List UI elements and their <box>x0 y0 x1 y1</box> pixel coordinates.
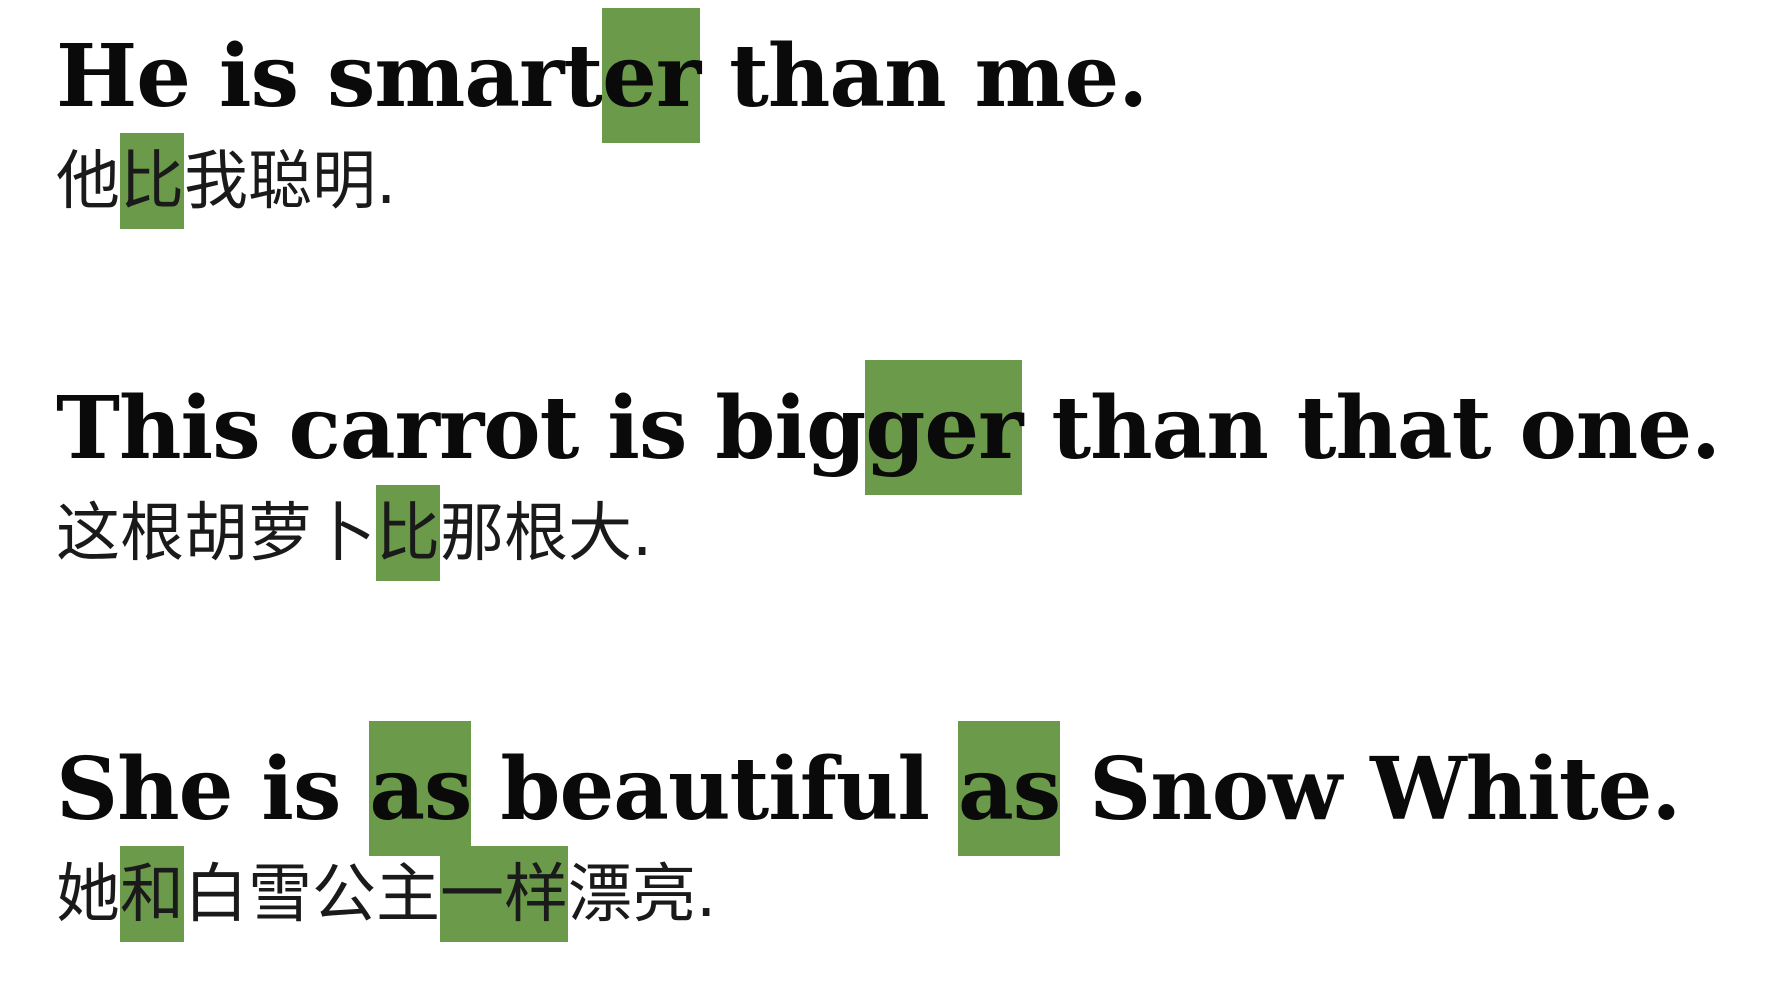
english-text: This carrot is big <box>56 378 866 479</box>
chinese-text: 他 <box>56 145 120 219</box>
english-text: beautiful <box>471 739 959 840</box>
chinese-text: 我聪明. <box>184 145 397 219</box>
english-text: She is <box>56 739 370 840</box>
english-sentence-3: She is as beautiful as Snow White. <box>56 721 1681 856</box>
chinese-text: 白雪公主 <box>184 858 440 932</box>
comparison-word-highlight: 比 <box>376 485 440 581</box>
as-word-highlight: as <box>958 721 1061 856</box>
chinese-sentence-2: 这根胡萝卜比那根大. <box>56 485 1720 581</box>
chinese-sentence-3: 她和白雪公主一样漂亮. <box>56 846 1680 942</box>
comparison-word-highlight: 一样 <box>440 846 568 942</box>
english-text: than that one. <box>1022 378 1721 479</box>
chinese-text: 这根胡萝卜 <box>56 497 376 571</box>
chinese-text: 那根大. <box>440 497 653 571</box>
comparative-suffix-highlight: er <box>602 8 701 143</box>
sentence-pair-1: He is smarter than me. 他比我聪明. <box>56 8 1148 229</box>
chinese-text: 她 <box>56 858 120 932</box>
english-sentence-1: He is smarter than me. <box>56 8 1148 143</box>
english-sentence-2: This carrot is bigger than that one. <box>56 360 1721 495</box>
chinese-text: 漂亮. <box>568 858 717 932</box>
comparative-suffix-highlight: ger <box>865 360 1023 495</box>
sentence-pair-2: This carrot is bigger than that one. 这根胡… <box>56 360 1721 581</box>
chinese-sentence-1: 他比我聪明. <box>56 133 1147 229</box>
as-word-highlight: as <box>369 721 472 856</box>
comparison-word-highlight: 比 <box>120 133 184 229</box>
lesson-slide: He is smarter than me. 他比我聪明. This carro… <box>0 0 1765 997</box>
english-text: Snow White. <box>1060 739 1681 840</box>
sentence-pair-3: She is as beautiful as Snow White. 她和白雪公… <box>56 721 1681 942</box>
english-text: than me. <box>700 26 1148 127</box>
comparison-word-highlight: 和 <box>120 846 184 942</box>
english-text: He is smart <box>56 26 603 127</box>
